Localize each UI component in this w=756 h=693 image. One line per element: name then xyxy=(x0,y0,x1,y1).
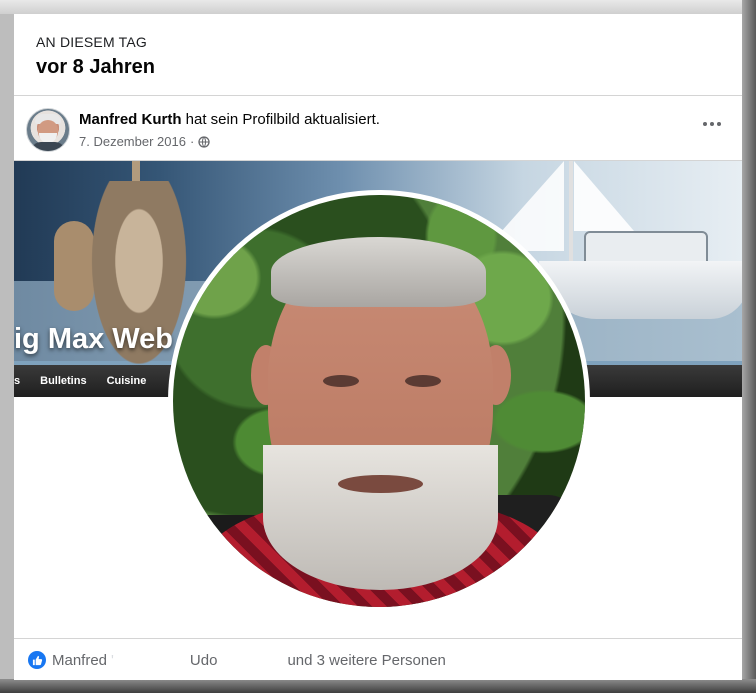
memory-label: AN DIESEM TAG xyxy=(36,34,147,50)
cover-nav-item: s xyxy=(14,375,21,387)
meta-separator: · xyxy=(189,134,195,149)
reaction-name: Manfred xyxy=(52,651,108,669)
author-line: Manfred Kurth hat sein Profilbild aktual… xyxy=(79,111,380,128)
reaction-name: Udo xyxy=(189,651,218,669)
like-icon xyxy=(28,651,46,669)
frame-bottom-edge xyxy=(0,679,756,693)
cover-nav-item: Bulletins xyxy=(40,375,87,387)
more-options-icon[interactable] xyxy=(698,110,726,138)
cover-title-text: ig Max Web xyxy=(14,323,173,355)
divider xyxy=(14,638,742,639)
profile-picture[interactable] xyxy=(173,195,585,607)
post-header: Manfred Kurth hat sein Profilbild aktual… xyxy=(14,96,742,160)
reaction-separator: ' xyxy=(111,651,114,669)
reaction-others: und 3 weitere Personen xyxy=(287,651,446,669)
post-meta: 7. Dezember 2016 · xyxy=(79,134,210,149)
author-avatar[interactable] xyxy=(26,108,70,152)
post-action-text: hat sein Profilbild aktualisiert. xyxy=(181,111,380,128)
reactions-summary[interactable]: Manfred ' Udo und 3 weitere Personen xyxy=(28,648,446,672)
memory-card: AN DIESEM TAG vor 8 Jahren Manfred Kurth… xyxy=(14,14,742,680)
post-date-link[interactable]: 7. Dezember 2016 xyxy=(79,134,186,149)
globe-icon[interactable] xyxy=(198,135,210,148)
memory-title: vor 8 Jahren xyxy=(36,56,155,78)
frame-top-edge xyxy=(0,0,756,14)
cover-nav-item: Cuisine xyxy=(106,375,147,387)
frame-right-edge xyxy=(742,0,756,693)
author-name-link[interactable]: Manfred Kurth xyxy=(79,111,182,128)
